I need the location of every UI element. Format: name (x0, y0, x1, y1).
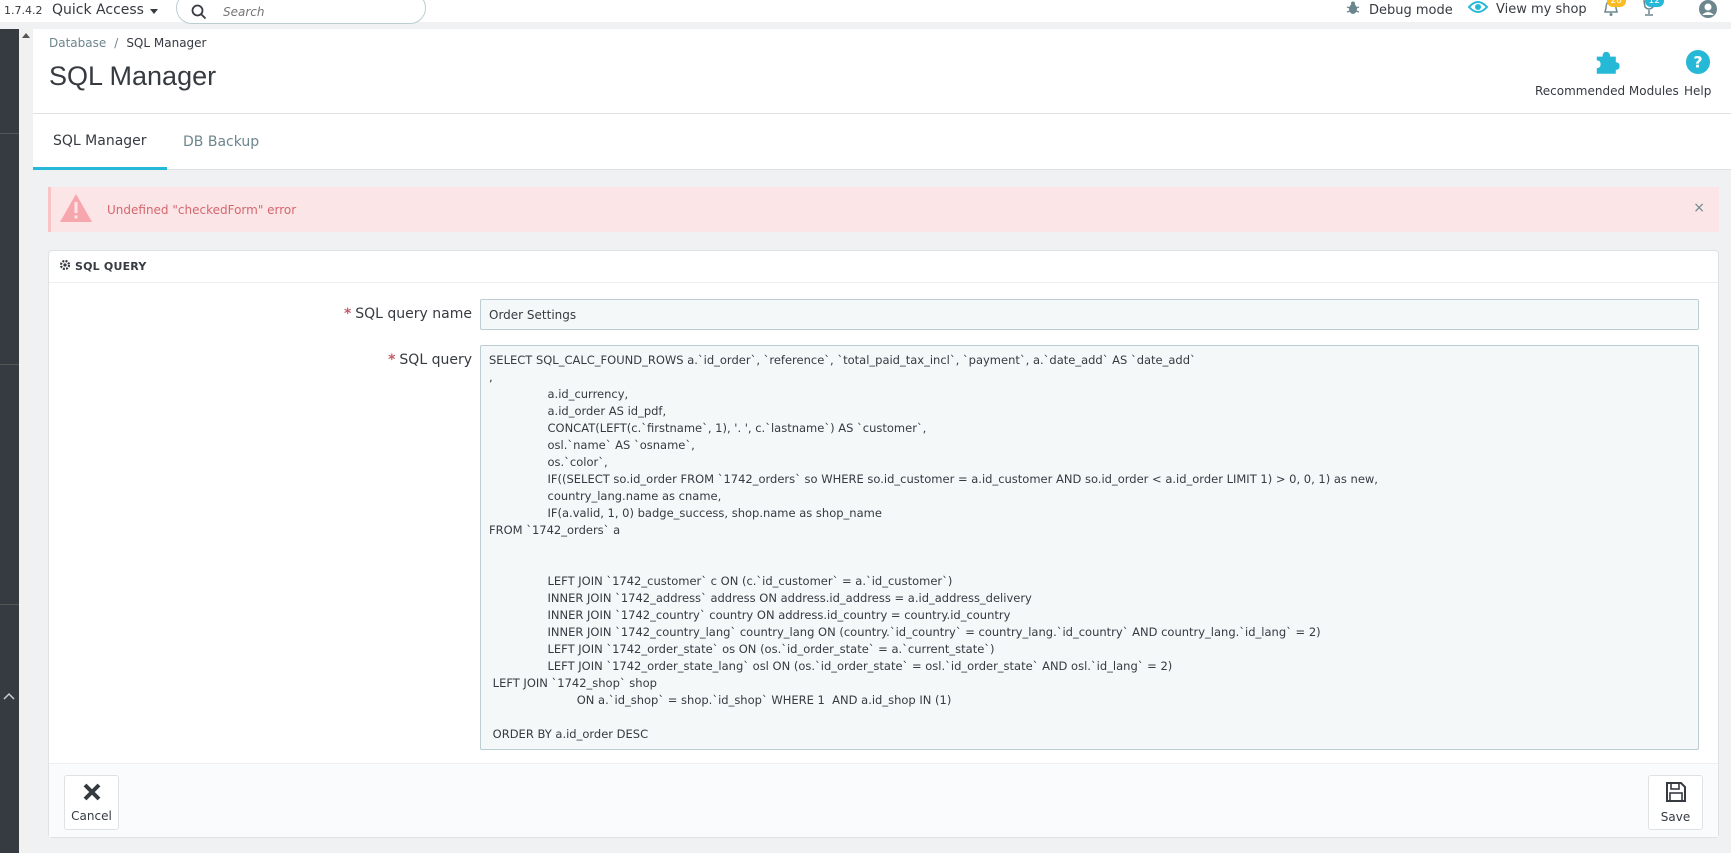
recommended-modules-button[interactable]: Recommended Modules (1535, 49, 1679, 98)
orders-notification[interactable]: 20 (1600, 0, 1626, 20)
save-label: Save (1660, 810, 1691, 824)
scroll-up-icon[interactable] (22, 33, 30, 38)
panel-title: SQL QUERY (75, 260, 147, 273)
query-label-text: SQL query (399, 352, 472, 368)
caret-down-icon (149, 8, 158, 14)
floppy-disk-icon (1665, 781, 1687, 806)
query-name-label-text: SQL query name (355, 306, 472, 322)
query-label: * SQL query (388, 352, 472, 368)
query-name-input[interactable] (480, 299, 1699, 330)
warning-icon (59, 192, 93, 228)
sidebar-divider (0, 364, 19, 365)
quick-access-label: Quick Access (52, 2, 144, 18)
debug-mode-link[interactable]: Debug mode (1345, 0, 1453, 20)
alert-message: Undefined "checkedForm" error (107, 202, 297, 217)
user-circle-icon (1697, 0, 1719, 24)
orders-badge: 20 (1606, 0, 1626, 7)
search-box[interactable] (176, 0, 426, 24)
help-label: Help (1684, 84, 1712, 98)
recommended-modules-label: Recommended Modules (1535, 84, 1679, 98)
help-button[interactable]: ? Help (1684, 49, 1711, 98)
sidebar-nav[interactable] (0, 29, 19, 853)
view-shop-link[interactable]: View my shop (1467, 0, 1587, 18)
error-alert: Undefined "checkedForm" error × (48, 187, 1719, 232)
customers-notification[interactable]: 12 (1638, 0, 1664, 20)
debug-mode-label: Debug mode (1369, 2, 1453, 18)
collapse-chevron-icon[interactable] (3, 685, 15, 704)
left-scrollbar[interactable] (19, 29, 33, 853)
sidebar-divider (0, 133, 19, 134)
breadcrumb-separator: / (114, 36, 119, 50)
page-header: Database / SQL Manager SQL Manager Recom… (33, 29, 1731, 114)
save-button[interactable]: Save (1648, 775, 1703, 830)
question-circle-icon: ? (1685, 49, 1711, 78)
sql-query-textarea[interactable]: SELECT SQL_CALC_FOUND_ROWS a.`id_order`,… (480, 345, 1699, 750)
breadcrumb: Database / SQL Manager (49, 36, 206, 50)
close-icon (82, 782, 102, 805)
eye-icon (1467, 0, 1489, 18)
close-alert-icon[interactable]: × (1693, 200, 1705, 216)
page-title: SQL Manager (49, 61, 217, 91)
tab-bar: SQL Manager DB Backup (33, 114, 1731, 170)
query-name-label: * SQL query name (344, 306, 472, 322)
search-icon[interactable] (189, 2, 209, 22)
breadcrumb-current: SQL Manager (126, 36, 207, 50)
breadcrumb-database[interactable]: Database (49, 36, 106, 50)
required-marker: * (343, 306, 352, 322)
employee-avatar[interactable] (1697, 0, 1719, 24)
panel-heading: SQL QUERY (49, 251, 1718, 283)
svg-text:?: ? (1693, 53, 1702, 72)
cancel-label: Cancel (71, 809, 112, 823)
sidebar-divider (0, 604, 19, 605)
tab-sql-manager[interactable]: SQL Manager (33, 114, 167, 170)
puzzle-icon (1593, 49, 1621, 78)
panel-footer: Cancel Save (49, 763, 1718, 837)
cancel-button[interactable]: Cancel (64, 775, 119, 830)
quick-access-dropdown[interactable]: Quick Access (52, 2, 158, 18)
cog-icon (59, 259, 71, 274)
bug-icon (1345, 0, 1361, 20)
customers-badge: 12 (1644, 0, 1664, 7)
top-header: 1.7.4.2 Quick Access Debug mode View my … (0, 0, 1731, 24)
required-marker: * (388, 352, 396, 368)
sql-query-panel: SQL QUERY *SQL query name *SQL query SEL… (48, 250, 1719, 838)
view-shop-label: View my shop (1496, 1, 1587, 17)
version-label: 1.7.4.2 (4, 4, 43, 17)
search-input[interactable] (223, 5, 403, 19)
tab-db-backup[interactable]: DB Backup (163, 114, 279, 170)
